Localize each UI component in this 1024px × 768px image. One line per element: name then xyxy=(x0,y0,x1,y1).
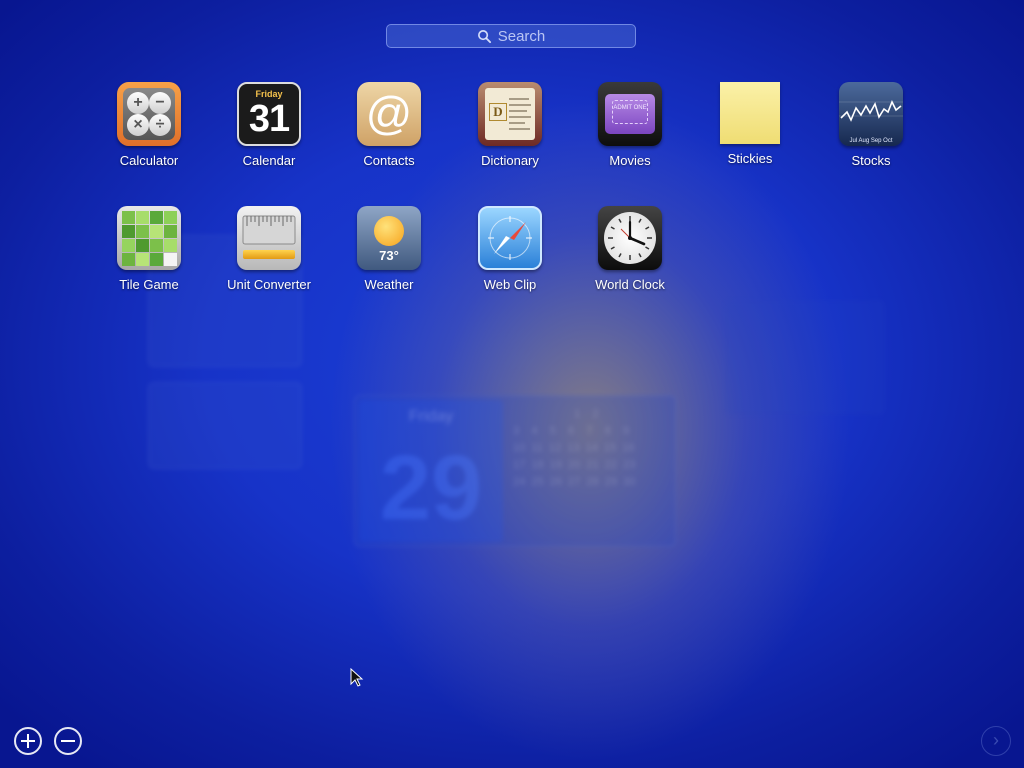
search-field[interactable]: Search xyxy=(386,24,636,48)
compass-icon xyxy=(488,216,532,260)
calculator-icon: + − × ÷ xyxy=(117,82,181,146)
widget-weather[interactable]: 73° Weather xyxy=(329,206,449,292)
widget-label: Calculator xyxy=(119,153,179,168)
widget-dictionary[interactable]: D Dictionary xyxy=(450,82,570,168)
widget-label: Stocks xyxy=(851,153,891,168)
widget-label: Tile Game xyxy=(119,277,179,292)
widget-unit-converter[interactable]: Unit Converter xyxy=(209,206,329,292)
weather-icon: 73° xyxy=(357,206,421,270)
search-icon xyxy=(477,29,491,43)
widget-label: World Clock xyxy=(595,277,665,292)
ruler-icon xyxy=(242,215,296,245)
dictionary-icon: D xyxy=(478,82,542,146)
widget-label: Movies xyxy=(609,153,651,168)
world-clock-icon xyxy=(598,206,662,270)
background-calendar-day: Friday xyxy=(408,408,454,425)
minus-icon xyxy=(61,740,75,742)
widget-movies[interactable]: ADMIT ONE Movies xyxy=(570,82,690,168)
stickies-icon xyxy=(720,82,780,144)
next-page-button[interactable]: › xyxy=(981,726,1011,756)
weather-icon-temp: 73° xyxy=(379,248,399,263)
widget-label: Contacts xyxy=(363,153,415,168)
tile-game-icon xyxy=(117,206,181,270)
background-clock-widget xyxy=(725,300,885,415)
widget-world-clock[interactable]: World Clock xyxy=(570,206,690,292)
widget-label: Weather xyxy=(364,277,414,292)
widget-label: Stickies xyxy=(727,151,773,166)
plus-icon xyxy=(21,734,35,748)
stocks-icon: Jul Aug Sep Oct xyxy=(839,82,903,146)
add-widget-button[interactable] xyxy=(14,727,42,755)
background-calendar-date: 29 xyxy=(379,437,483,539)
mouse-cursor-icon xyxy=(350,668,364,687)
background-tile-widget xyxy=(148,382,302,469)
remove-widget-button[interactable] xyxy=(54,727,82,755)
widget-tile-game[interactable]: Tile Game xyxy=(89,206,209,292)
widget-contacts[interactable]: @ Contacts xyxy=(329,82,449,168)
widget-label: Web Clip xyxy=(483,277,537,292)
stocks-months: Jul Aug Sep Oct xyxy=(849,138,893,144)
web-clip-icon xyxy=(478,206,542,270)
background-calendar-grid: 1 2 3 4 5 6 7 8 9 10 11 12 13 14 15 16 1… xyxy=(513,408,636,488)
widget-web-clip[interactable]: Web Clip xyxy=(450,206,570,292)
widget-label: Calendar xyxy=(242,153,296,168)
sun-icon xyxy=(374,216,404,246)
contacts-icon: @ xyxy=(357,82,421,146)
widget-calendar[interactable]: Friday 31 Calendar xyxy=(209,82,329,168)
movies-ticket-text: ADMIT ONE xyxy=(612,100,648,124)
background-calendar-widget: Friday 29 1 2 3 4 5 6 7 8 9 10 11 12 13 … xyxy=(354,395,676,547)
search-placeholder: Search xyxy=(497,27,546,45)
widget-stocks[interactable]: Jul Aug Sep Oct Stocks xyxy=(811,82,931,168)
clock-face-icon xyxy=(604,212,656,264)
widget-calculator[interactable]: + − × ÷ Calculator xyxy=(89,82,209,168)
calendar-icon: Friday 31 xyxy=(237,82,301,146)
calendar-icon-date: 31 xyxy=(248,98,290,140)
widget-stickies[interactable]: Stickies xyxy=(690,82,810,166)
movies-icon: ADMIT ONE xyxy=(598,82,662,146)
widget-label: Dictionary xyxy=(481,153,539,168)
widget-label: Unit Converter xyxy=(227,277,311,292)
unit-converter-icon xyxy=(237,206,301,270)
stocks-chart-icon xyxy=(839,100,903,122)
